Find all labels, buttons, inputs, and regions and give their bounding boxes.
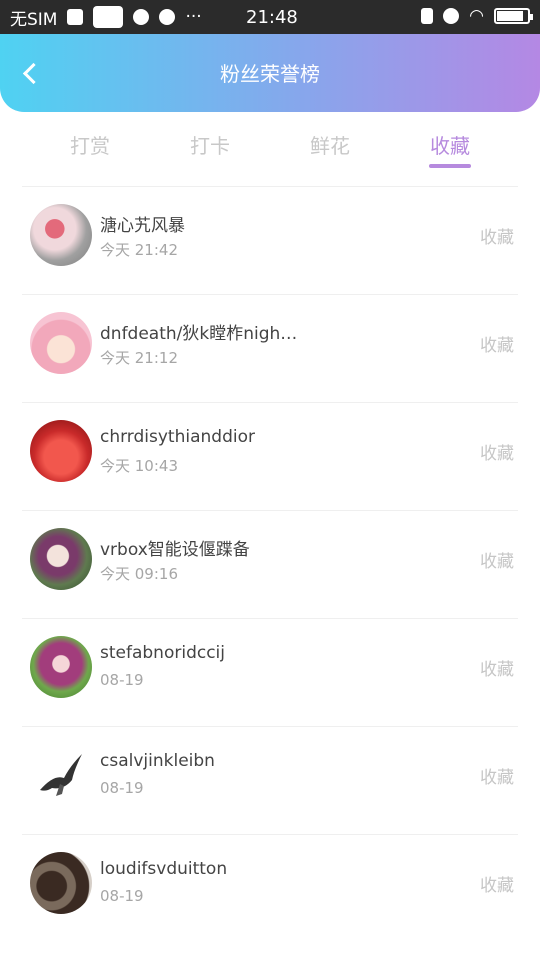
list-item[interactable]: loudifsvduitton 08-19 收藏	[22, 834, 518, 942]
list-item[interactable]: 溏心艽风暴 今天 21:42 收藏	[22, 186, 518, 294]
avatar	[30, 744, 92, 806]
list-item[interactable]: vrbox智能设偃蹀备 今天 09:16 收藏	[22, 510, 518, 618]
fan-list: 溏心艽风暴 今天 21:42 收藏 dnfdeath/狄k瞠柞nigh… 今天 …	[0, 186, 540, 942]
avatar	[30, 204, 92, 266]
fan-name: chrrdisythianddior	[100, 427, 255, 447]
fan-time: 08-19	[100, 779, 144, 797]
favorite-label: 收藏	[480, 876, 514, 896]
fan-time: 08-19	[100, 671, 144, 689]
page-title: 粉丝荣誉榜	[220, 62, 320, 86]
favorite-label: 收藏	[480, 444, 514, 464]
message-icon	[67, 9, 84, 25]
tab-checkin[interactable]: 打卡	[170, 130, 250, 159]
battery-icon	[494, 8, 533, 24]
favorite-label: 收藏	[480, 336, 514, 356]
charging-icon	[421, 8, 434, 24]
list-item[interactable]: dnfdeath/狄k瞠柞nigh… 今天 21:12 收藏	[22, 294, 518, 402]
bird-icon	[40, 754, 82, 796]
fan-name: csalvjinkleibn	[100, 751, 215, 771]
fan-name: stefabnoridccij	[100, 643, 225, 663]
avatar	[30, 528, 92, 590]
status-bar: 无SIM ··· 21:48 ◠	[0, 0, 540, 34]
tab-indicator	[429, 164, 471, 168]
fan-time: 08-19	[100, 887, 144, 905]
fan-time: 今天 10:43	[100, 457, 178, 475]
avatar	[30, 420, 92, 482]
fan-time: 今天 09:16	[100, 565, 178, 583]
fan-name: loudifsvduitton	[100, 859, 228, 879]
favorite-label: 收藏	[480, 228, 514, 248]
tab-flowers[interactable]: 鲜花	[290, 130, 370, 159]
wifi-icon: ◠	[469, 6, 484, 26]
fan-name: vrbox智能设偃蹀备	[100, 540, 250, 560]
more-icon: ···	[185, 7, 202, 27]
fan-name: 溏心艽风暴	[100, 216, 185, 236]
avatar	[30, 312, 92, 374]
tab-favorites[interactable]: 收藏	[410, 130, 490, 159]
page-header: 粉丝荣誉榜	[0, 34, 540, 112]
list-item[interactable]: chrrdisythianddior 今天 10:43 收藏	[22, 402, 518, 510]
avatar	[30, 852, 92, 914]
carrier-label: 无SIM	[10, 9, 58, 30]
favorite-label: 收藏	[480, 552, 514, 572]
avatar	[30, 636, 92, 698]
clock: 21:48	[246, 7, 298, 28]
fan-time: 今天 21:12	[100, 349, 178, 367]
favorite-label: 收藏	[480, 660, 514, 680]
fan-name: dnfdeath/狄k瞠柞nigh…	[100, 324, 298, 344]
fan-time: 今天 21:42	[100, 241, 178, 259]
alarm-icon	[443, 8, 460, 24]
favorite-label: 收藏	[480, 768, 514, 788]
palette-icon	[159, 9, 176, 25]
tab-reward[interactable]: 打赏	[50, 130, 130, 159]
list-item[interactable]: csalvjinkleibn 08-19 收藏	[22, 726, 518, 834]
book-icon	[93, 6, 124, 28]
list-item[interactable]: stefabnoridccij 08-19 收藏	[22, 618, 518, 726]
globe-icon	[133, 9, 150, 25]
